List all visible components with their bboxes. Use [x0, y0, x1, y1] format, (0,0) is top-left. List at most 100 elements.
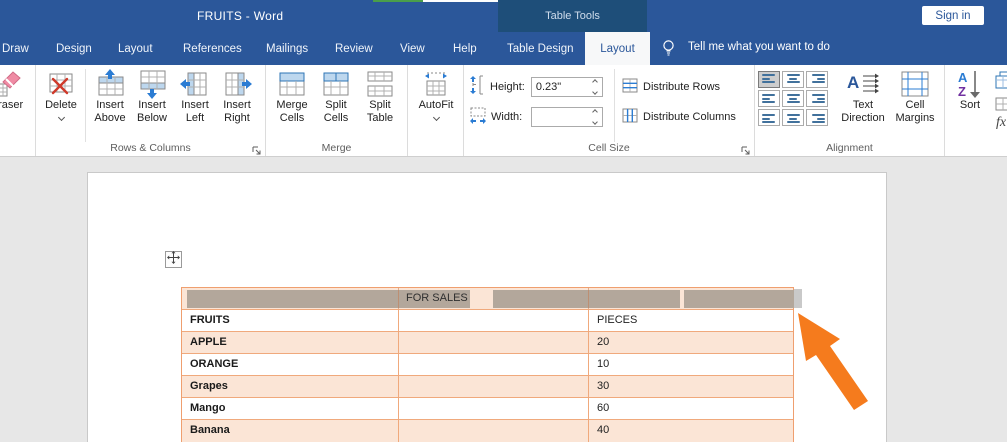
document-page[interactable]: FOR SALES FRUITS PIECES APPLE 20 ORANGE … [87, 172, 887, 442]
table-move-handle[interactable] [165, 250, 182, 268]
insert-right-button[interactable]: Insert Right [216, 69, 258, 125]
table-row[interactable]: FRUITS PIECES [182, 310, 793, 332]
cell-empty[interactable] [398, 310, 588, 331]
sort-icon: AZ [957, 69, 983, 99]
divider [85, 69, 86, 142]
merge-cells-button[interactable]: Merge Cells [270, 69, 314, 125]
cell-mango-count[interactable]: 60 [588, 398, 793, 419]
annotation-arrow [798, 313, 868, 410]
tab-draw[interactable]: Draw [2, 32, 29, 65]
autofit-button[interactable]: AutoFit [414, 69, 458, 122]
merge-cells-icon [278, 69, 306, 99]
group-label-cell-size: Cell Size [588, 142, 630, 154]
align-bottom-right-button[interactable] [806, 109, 828, 126]
split-table-button[interactable]: Split Table [358, 69, 402, 125]
cell-empty[interactable] [398, 354, 588, 375]
header-cell-text: FOR SALES [406, 292, 468, 304]
cell-orange[interactable]: ORANGE [182, 354, 398, 375]
split-cells-label: Split Cells [323, 99, 349, 124]
document-canvas: FOR SALES FRUITS PIECES APPLE 20 ORANGE … [0, 157, 1007, 442]
align-bottom-left-button[interactable] [758, 109, 780, 126]
table-row[interactable]: ORANGE 10 [182, 354, 793, 376]
table-header-row-selected[interactable]: FOR SALES [182, 288, 794, 310]
align-top-left-button[interactable] [758, 71, 780, 88]
distribute-rows-button[interactable]: Distribute Rows [622, 78, 720, 96]
autofit-label: AutoFit [418, 99, 454, 111]
table-row[interactable]: Grapes 30 [182, 376, 793, 398]
insert-below-button[interactable]: Insert Below [131, 69, 173, 125]
cell-grapes[interactable]: Grapes [182, 376, 398, 397]
align-center-right-button[interactable] [806, 90, 828, 107]
insert-left-button[interactable]: Insert Left [174, 69, 216, 125]
cell-mango[interactable]: Mango [182, 398, 398, 419]
tab-references[interactable]: References [183, 32, 242, 65]
group-label-rows-columns: Rows & Columns [110, 142, 191, 154]
row-height-icon [469, 75, 485, 98]
distribute-columns-button[interactable]: Distribute Columns [622, 108, 736, 126]
tell-me-box[interactable]: Tell me what you want to do [688, 41, 830, 53]
align-top-center-button[interactable] [782, 71, 804, 88]
eraser-button[interactable]: Eraser [0, 69, 30, 112]
align-bottom-center-button[interactable] [782, 109, 804, 126]
align-center-left-button[interactable] [758, 90, 780, 107]
delete-button[interactable]: Delete [38, 69, 84, 122]
fruits-table[interactable]: FOR SALES FRUITS PIECES APPLE 20 ORANGE … [181, 287, 794, 442]
tab-table-design[interactable]: Table Design [507, 32, 573, 65]
tab-design[interactable]: Design [56, 32, 92, 65]
distribute-columns-label: Distribute Columns [643, 111, 736, 123]
insert-above-label: Insert Above [94, 99, 126, 124]
tab-help[interactable]: Help [453, 32, 477, 65]
word-window: FRUITS - Word Table Tools Sign in Draw D… [0, 0, 1007, 442]
width-spinner[interactable] [590, 108, 600, 125]
cell-fruits[interactable]: FRUITS [182, 310, 398, 331]
tab-layout[interactable]: Layout [118, 32, 153, 65]
cell-banana[interactable]: Banana [182, 420, 398, 442]
table-row[interactable]: APPLE 20 [182, 332, 793, 354]
svg-text:Z: Z [958, 84, 966, 99]
sign-in-button[interactable]: Sign in [922, 6, 984, 25]
cell-border [588, 288, 589, 309]
selection-highlight [493, 290, 680, 308]
tab-mailings[interactable]: Mailings [266, 32, 308, 65]
height-spinner[interactable] [590, 78, 600, 95]
table-tools-contextual-header: Table Tools [498, 0, 647, 32]
insert-above-button[interactable]: Insert Above [89, 69, 131, 125]
tab-review[interactable]: Review [335, 32, 373, 65]
cell-apple-count[interactable]: 20 [588, 332, 793, 353]
group-rows-columns: Delete Insert Above Insert Below Insert … [36, 65, 266, 156]
formula-icon[interactable]: fx [996, 115, 1006, 131]
text-direction-button[interactable]: A Text Direction [836, 69, 890, 125]
eraser-label: Eraser [0, 99, 24, 111]
table-row[interactable]: Mango 60 [182, 398, 793, 420]
autofit-icon [423, 69, 449, 99]
cell-banana-count[interactable]: 40 [588, 420, 793, 442]
split-cells-button[interactable]: Split Cells [314, 69, 358, 125]
delete-dropdown-caret [57, 113, 65, 122]
height-spinbox [530, 76, 603, 97]
rows-columns-dialog-launcher-icon[interactable] [252, 143, 262, 155]
cell-grapes-count[interactable]: 30 [588, 376, 793, 397]
repeat-header-rows-icon[interactable] [995, 71, 1007, 94]
cell-empty[interactable] [398, 398, 588, 419]
cell-empty[interactable] [398, 420, 588, 442]
cell-empty[interactable] [398, 376, 588, 397]
split-cells-icon [322, 69, 350, 99]
cell-orange-count[interactable]: 10 [588, 354, 793, 375]
cell-apple[interactable]: APPLE [182, 332, 398, 353]
align-center-button[interactable] [782, 90, 804, 107]
cell-size-dialog-launcher-icon[interactable] [741, 143, 751, 155]
cell-margins-button[interactable]: Cell Margins [891, 69, 939, 125]
tab-table-layout-active[interactable]: Layout [585, 32, 650, 65]
sort-button[interactable]: AZ Sort [949, 69, 991, 112]
table-row[interactable]: Banana 40 [182, 420, 793, 442]
tab-view[interactable]: View [400, 32, 425, 65]
distribute-columns-icon [622, 108, 638, 126]
column-width-icon [469, 105, 487, 128]
title-bar: FRUITS - Word Table Tools Sign in [0, 0, 1007, 32]
align-top-right-button[interactable] [806, 71, 828, 88]
cell-empty[interactable] [398, 332, 588, 353]
cell-pieces[interactable]: PIECES [588, 310, 793, 331]
insert-above-icon [95, 69, 125, 99]
alignment-grid [758, 71, 828, 126]
cell-border [398, 288, 399, 309]
